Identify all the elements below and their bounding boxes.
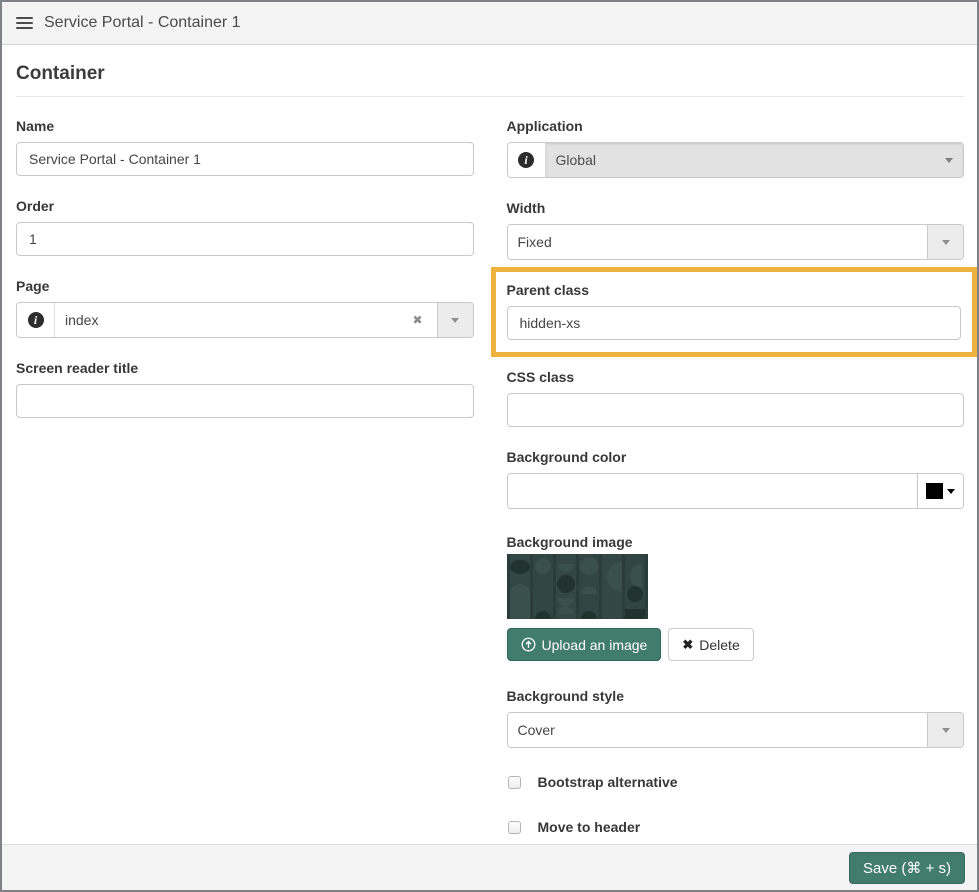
hamburger-menu-icon[interactable] <box>16 17 33 29</box>
heading-divider <box>16 96 964 97</box>
application-group: i Global <box>507 142 965 178</box>
info-icon: i <box>28 312 44 328</box>
titlebar: Service Portal - Container 1 <box>2 2 977 45</box>
order-input[interactable] <box>16 222 474 256</box>
field-order: Order <box>16 198 474 256</box>
screen-reader-title-input[interactable] <box>16 384 474 418</box>
delete-x-icon: ✖ <box>682 637 693 653</box>
application-label: Application <box>507 118 965 134</box>
background-style-label: Background style <box>507 688 965 704</box>
parent-class-highlight: Parent class <box>491 267 978 357</box>
field-application: Application i Global <box>507 118 965 178</box>
width-select[interactable]: Fixed <box>507 224 965 260</box>
info-icon: i <box>518 152 534 168</box>
upload-icon <box>521 637 536 652</box>
background-style-select[interactable]: Cover <box>507 712 965 748</box>
delete-label: Delete <box>699 637 739 653</box>
css-class-input[interactable] <box>507 393 965 427</box>
field-parent-class: Parent class <box>507 282 962 340</box>
background-color-group <box>507 473 965 509</box>
parent-class-input[interactable] <box>507 306 962 340</box>
name-input[interactable] <box>16 142 474 176</box>
page-reference-value[interactable]: index ✖ <box>55 303 437 337</box>
move-to-header-row: Move to header <box>508 819 965 835</box>
page-dropdown-button[interactable] <box>437 303 473 337</box>
bootstrap-alternative-label: Bootstrap alternative <box>538 774 678 790</box>
field-background-image: Background image <box>507 534 965 661</box>
field-css-class: CSS class <box>507 369 965 427</box>
page-title: Container <box>16 63 964 85</box>
chevron-down-icon <box>942 728 950 733</box>
background-style-value-text: Cover <box>518 722 555 738</box>
delete-image-button[interactable]: ✖ Delete <box>668 628 753 661</box>
field-background-color: Background color <box>507 449 965 509</box>
chevron-down-icon <box>945 158 953 163</box>
field-width: Width Fixed <box>507 200 965 260</box>
container-edit-modal: Service Portal - Container 1 Container N… <box>0 0 979 892</box>
form-content: Container Name Order Page i <box>2 45 977 844</box>
background-image-actions: Upload an image ✖ Delete <box>507 628 965 661</box>
bootstrap-alternative-checkbox[interactable] <box>508 776 521 789</box>
order-label: Order <box>16 198 474 214</box>
width-dropdown-button[interactable] <box>927 225 963 259</box>
chevron-down-icon <box>942 240 950 245</box>
page-info-addon[interactable]: i <box>17 303 55 337</box>
width-value: Fixed <box>508 225 928 259</box>
modal-footer: Save (⌘ + s) <box>2 844 977 890</box>
width-value-text: Fixed <box>518 234 552 250</box>
window-title: Service Portal - Container 1 <box>44 14 241 32</box>
color-picker-button[interactable] <box>917 474 963 508</box>
color-swatch <box>926 483 943 499</box>
name-label: Name <box>16 118 474 134</box>
upload-image-button[interactable]: Upload an image <box>507 628 662 661</box>
page-value-text: index <box>65 312 98 328</box>
background-color-input[interactable] <box>508 474 918 508</box>
right-column: Application i Global Width <box>507 118 965 844</box>
width-label: Width <box>507 200 965 216</box>
field-screen-reader-title: Screen reader title <box>16 360 474 418</box>
application-select: Global <box>546 143 964 177</box>
save-button[interactable]: Save (⌘ + s) <box>849 852 965 884</box>
move-to-header-checkbox[interactable] <box>508 821 521 834</box>
move-to-header-label: Move to header <box>538 819 641 835</box>
field-background-style: Background style Cover <box>507 688 965 748</box>
page-label: Page <box>16 278 474 294</box>
clear-page-icon[interactable]: ✖ <box>408 314 426 326</box>
page-reference-group: i index ✖ <box>16 302 474 338</box>
field-name: Name <box>16 118 474 176</box>
application-value-text: Global <box>556 152 596 168</box>
background-image-thumbnail <box>507 554 648 619</box>
background-style-dropdown-button[interactable] <box>927 713 963 747</box>
left-column: Name Order Page i index ✖ <box>16 118 474 844</box>
bootstrap-alternative-row: Bootstrap alternative <box>508 774 965 790</box>
screen-reader-title-label: Screen reader title <box>16 360 474 376</box>
background-style-value: Cover <box>508 713 928 747</box>
upload-image-label: Upload an image <box>542 637 648 653</box>
chevron-down-icon <box>947 489 955 494</box>
parent-class-label: Parent class <box>507 282 962 298</box>
css-class-label: CSS class <box>507 369 965 385</box>
application-info-addon[interactable]: i <box>508 143 546 177</box>
background-color-label: Background color <box>507 449 965 465</box>
chevron-down-icon <box>451 318 459 323</box>
background-image-label: Background image <box>507 534 965 550</box>
field-page: Page i index ✖ <box>16 278 474 338</box>
